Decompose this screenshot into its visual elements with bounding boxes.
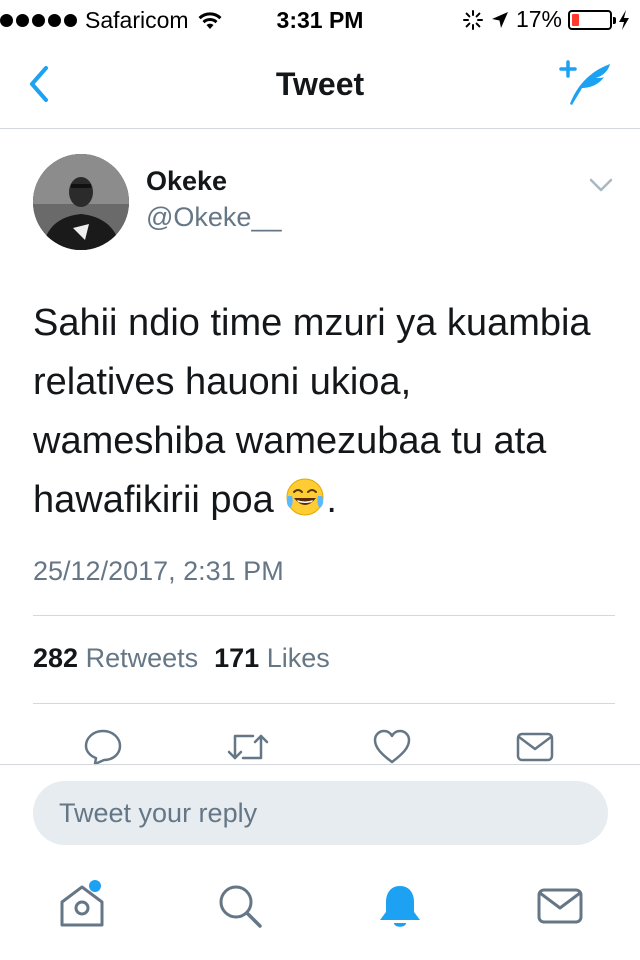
retweets-count: 282 [33,643,79,673]
page-title: Tweet [275,66,365,102]
tab-notifications[interactable] [374,880,426,932]
battery-icon [568,9,616,30]
tweet-line: Sahii ndio time mzuri ya kuambia [33,302,591,344]
tab-messages[interactable] [534,880,586,932]
author-handle[interactable]: @Okeke__ [146,202,281,233]
tweet-timestamp: 25/12/2017, 2:31 PM [33,556,284,586]
tweet-text: Sahii ndio time mzuri ya kuambia relativ… [33,294,623,530]
search-icon [219,885,262,928]
tears-of-joy-emoji-icon [286,478,324,516]
chevron-down-icon [589,178,613,192]
activity-spinner-icon [462,9,483,30]
notifications-icon [380,886,420,927]
retweet-button[interactable] [227,728,269,766]
charging-bolt-icon [619,9,629,30]
tweet-line: relatives hauoni ukioa, [33,361,412,403]
compose-tweet-button[interactable] [558,58,614,108]
likes-count: 171 [214,643,260,673]
status-bar: Safaricom 3:31 PM 17% [0,0,640,40]
direct-message-icon [516,732,554,762]
retweets-label: Retweets [85,643,199,673]
likes-stat[interactable]: 171 Likes [214,643,336,674]
tab-search[interactable] [214,880,266,932]
tweet-line-last: hawafikirii poa . [33,471,623,530]
tweet-stats: 282 Retweets 171 Likes [33,643,336,674]
direct-message-button[interactable] [515,728,555,766]
like-icon [373,729,411,764]
tweet-line: hawafikirii poa [33,479,274,521]
reply-input[interactable]: Tweet your reply [33,781,608,845]
likes-label: Likes [266,643,330,673]
avatar[interactable] [33,154,129,250]
tweet-options-button[interactable] [588,176,614,194]
messages-icon [537,888,583,924]
home-notification-dot [89,880,101,892]
avatar-photo [33,154,129,250]
divider [0,764,640,765]
reply-button[interactable] [83,728,123,766]
reply-icon [84,729,122,766]
retweet-icon [227,734,269,760]
retweets-stat[interactable]: 282 Retweets [33,643,204,674]
battery-percent: 17% [515,6,562,32]
tweet-text-end: . [326,479,337,521]
nav-bar: Tweet [0,40,640,129]
tweet-line: wameshiba wamezubaa tu ata [33,420,547,462]
like-button[interactable] [372,728,412,766]
compose-tweet-icon [559,60,610,105]
divider [33,615,615,616]
divider [33,703,615,704]
location-arrow-icon [491,11,508,28]
author-name[interactable]: Okeke [146,166,227,197]
